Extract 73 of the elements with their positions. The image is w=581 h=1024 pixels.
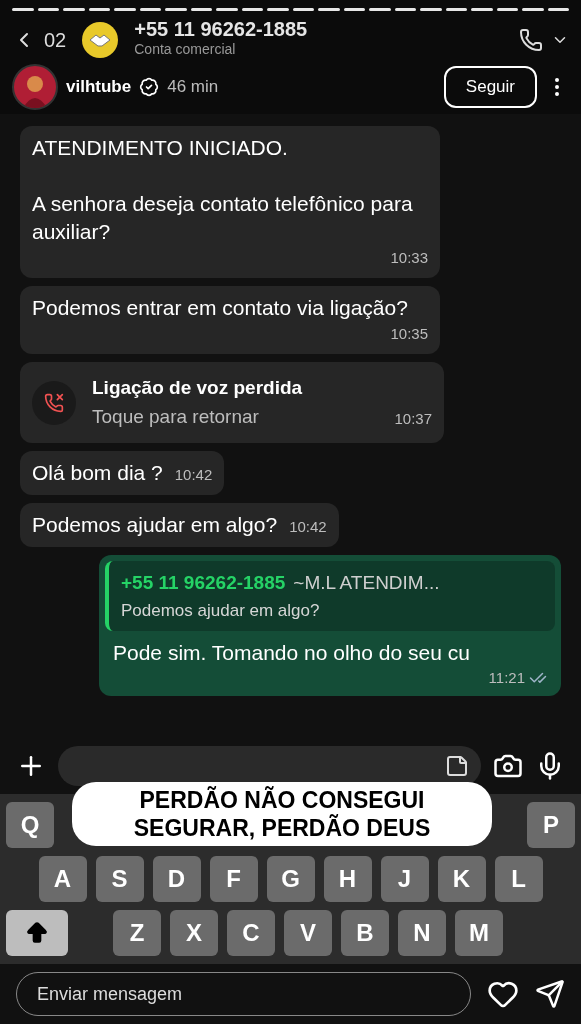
keyboard-key[interactable]: X — [170, 910, 218, 956]
call-subtitle: Toque para retornar — [92, 404, 260, 429]
keyboard-key[interactable]: B — [341, 910, 389, 956]
story-progress-segment — [522, 8, 544, 11]
story-progress-segment — [471, 8, 493, 11]
message-time: 10:35 — [390, 325, 428, 342]
story-progress-segment — [12, 8, 34, 11]
message-time: 10:33 — [390, 249, 428, 266]
story-progress-segment — [420, 8, 442, 11]
story-progress-segment — [369, 8, 391, 11]
message-text: Podemos ajudar em algo? — [32, 512, 278, 538]
story-progress-segment — [88, 8, 110, 11]
keyboard-key[interactable]: F — [209, 856, 258, 902]
quote-name: ~M.L ATENDIM... — [293, 571, 440, 595]
message-text: Olá bom dia ? — [32, 460, 163, 486]
story-progress-segment — [165, 8, 187, 11]
keyboard-key[interactable]: D — [152, 856, 201, 902]
shift-icon — [24, 920, 50, 946]
story-progress-segment — [292, 8, 314, 11]
story-progress-segment — [496, 8, 518, 11]
message-time: 10:37 — [394, 410, 432, 427]
keyboard-key[interactable]: J — [380, 856, 429, 902]
keyboard-key[interactable]: S — [95, 856, 144, 902]
keyboard-key[interactable]: L — [494, 856, 543, 902]
story-progress-segment — [190, 8, 212, 11]
keyboard-key[interactable]: N — [398, 910, 446, 956]
keyboard-key[interactable]: K — [437, 856, 486, 902]
message-text: ATENDIMENTO INICIADO. A senhora deseja contato telefônico para auxiliar? — [32, 135, 414, 245]
message-input[interactable] — [58, 746, 481, 786]
story-progress-segment — [241, 8, 263, 11]
phone-icon[interactable] — [519, 27, 543, 52]
story-progress-segment — [394, 8, 416, 11]
story-caption: PERDÃO NÃO CONSEGUI SEGURAR, PERDÃO DEUS — [72, 782, 492, 846]
story-progress-segment — [318, 8, 340, 11]
contact-number: +55 11 96262-1885 — [134, 19, 308, 39]
missed-call-bubble[interactable]: Ligação de voz perdida Toque para retornar 10:37 — [20, 362, 444, 443]
username[interactable]: vilhtube — [66, 74, 132, 100]
shift-key[interactable] — [6, 910, 68, 956]
message-time: 10:42 — [289, 518, 327, 535]
keyboard-key[interactable]: P — [527, 802, 575, 848]
keyboard-key[interactable]: G — [266, 856, 315, 902]
story-progress-segment — [63, 8, 85, 11]
avatar[interactable] — [12, 64, 58, 110]
keyboard-key[interactable]: M — [455, 910, 503, 956]
story-progress-segment — [216, 8, 238, 11]
send-icon[interactable] — [535, 979, 565, 1009]
keyboard-key[interactable]: Z — [113, 910, 161, 956]
post-time: 46 min — [167, 76, 219, 99]
keyboard-key[interactable]: Q — [6, 802, 54, 848]
call-title: Ligação de voz perdida — [92, 376, 303, 400]
story-progress-segment — [445, 8, 467, 11]
contact-subtitle: Conta comercial — [134, 40, 237, 59]
follow-button[interactable]: Seguir — [443, 66, 537, 108]
story-progress-segment — [547, 8, 569, 11]
message-time: 11:21 — [488, 668, 525, 688]
quoted-message[interactable]: +55 11 96262-1885 ~M.L ATENDIM... Podemos ajudar em algo? — [105, 561, 555, 631]
keyboard-key[interactable]: H — [323, 856, 372, 902]
story-progress-segment — [267, 8, 289, 11]
story-progress-segment — [37, 8, 59, 11]
unread-count: 02 — [44, 27, 67, 53]
story-progress-segment — [114, 8, 136, 11]
story-progress-segment — [343, 8, 365, 11]
message-time: 10:42 — [174, 466, 213, 483]
quote-author: +55 11 96262-1885 — [121, 571, 286, 595]
keyboard-key[interactable]: V — [284, 910, 332, 956]
message-text: Podemos entrar em contato via ligação? — [32, 295, 408, 321]
missed-call-icon — [32, 380, 76, 425]
sticker-icon[interactable] — [445, 754, 469, 778]
keyboard-key[interactable]: C — [227, 910, 275, 956]
message-text: Pode sim. Tomando no olho do seu cu — [112, 640, 471, 666]
story-progress-segment — [139, 8, 161, 11]
quote-text: Podemos ajudar em algo? — [121, 599, 321, 622]
keyboard-key[interactable]: A — [38, 856, 87, 902]
